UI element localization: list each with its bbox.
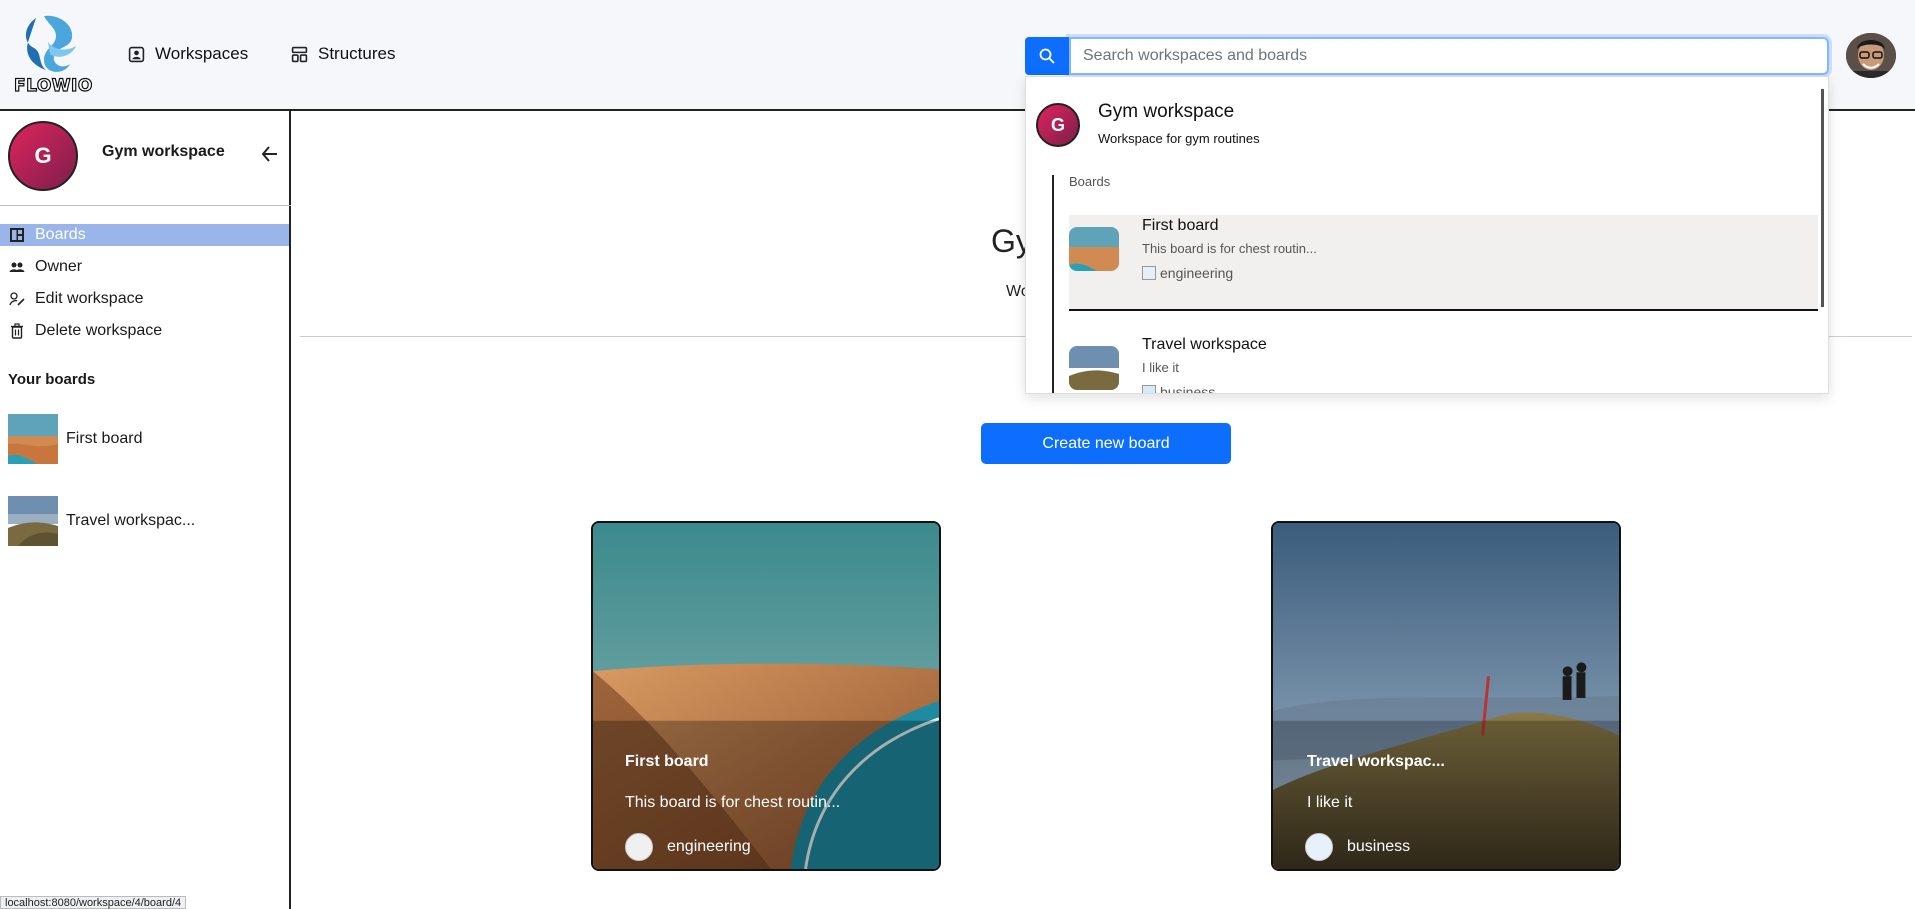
result-workspace-desc: Workspace for gym routines: [1098, 131, 1260, 146]
edit-icon: [9, 292, 25, 306]
result-board-tag-label: engineering: [1160, 265, 1234, 281]
board-thumbnail: [8, 414, 58, 464]
your-boards-heading: Your boards: [8, 371, 96, 388]
board-card-image: [1273, 523, 1619, 869]
search-results-dropdown: G Gym workspace Workspace for gym routin…: [1025, 76, 1829, 394]
board-card-tag: business: [1305, 833, 1410, 861]
board-card-tag-label: engineering: [667, 838, 751, 855]
board-thumbnail: [8, 496, 58, 546]
result-board-title: First board: [1142, 217, 1219, 234]
logo-icon: [25, 15, 76, 72]
nav-workspaces-label: Workspaces: [155, 44, 249, 63]
result-board-travel[interactable]: Travel workspace I like it business: [1069, 334, 1818, 394]
board-card-travel[interactable]: Travel workspac... I like it business: [1271, 521, 1621, 871]
sidebar-board-travel[interactable]: Travel workspac...: [8, 496, 195, 546]
dropdown-scrollbar[interactable]: [1821, 89, 1824, 307]
back-arrow-icon[interactable]: [260, 144, 280, 164]
board-card-title: Travel workspac...: [1307, 753, 1445, 770]
sidebar-item-label: Boards: [35, 226, 86, 243]
result-board-title: Travel workspace: [1142, 336, 1267, 353]
logo-text: FLOWIO: [13, 75, 93, 96]
browser-status-url: localhost:8080/workspace/4/board/4: [0, 896, 187, 909]
result-board-tag-label: business: [1160, 384, 1216, 394]
sidebar-board-label: Travel workspac...: [66, 512, 196, 529]
board-card-tag-label: business: [1347, 838, 1411, 855]
result-board-thumbnail: [1069, 227, 1119, 271]
sidebar-item-boards[interactable]: Boards: [0, 224, 289, 246]
board-card-image: [593, 523, 939, 869]
board-card-desc: I like it: [1307, 794, 1353, 811]
search-icon: [1039, 48, 1055, 64]
board-card-tag: engineering: [625, 833, 751, 861]
business-icon: [1142, 385, 1156, 393]
sidebar-item-delete-workspace[interactable]: Delete workspace: [0, 320, 289, 342]
user-avatar[interactable]: [1846, 33, 1896, 78]
create-board-button[interactable]: Create new board: [981, 423, 1231, 464]
trash-icon: [11, 323, 23, 339]
workspace-avatar: G: [8, 121, 78, 191]
sidebar-item-owner[interactable]: Owner: [0, 256, 289, 278]
results-tree-line: [1052, 175, 1054, 393]
nav-workspaces[interactable]: Workspaces: [128, 44, 248, 64]
user-photo: [1846, 33, 1896, 78]
sidebar-board-first[interactable]: First board: [8, 414, 142, 464]
nav-structures[interactable]: Structures: [291, 44, 395, 64]
sidebar: G Gym workspace Boards Owner Edit worksp…: [0, 111, 291, 909]
boards-icon: [10, 228, 24, 242]
business-icon: [1305, 833, 1333, 861]
workspaces-icon: [128, 46, 145, 62]
search-bar: [1025, 37, 1829, 75]
sidebar-item-label: Owner: [35, 258, 83, 275]
sidebar-item-label: Delete workspace: [35, 322, 163, 339]
search-button[interactable]: [1025, 37, 1069, 75]
sidebar-item-edit-workspace[interactable]: Edit workspace: [0, 288, 289, 310]
users-icon: [9, 262, 25, 272]
nav-structures-label: Structures: [318, 44, 396, 63]
sidebar-board-label: First board: [66, 430, 143, 447]
result-board-first[interactable]: First board This board is for chest rout…: [1069, 215, 1818, 311]
engineering-icon: [625, 833, 653, 861]
result-board-tag: business: [1142, 384, 1216, 394]
result-workspace-avatar: G: [1036, 103, 1080, 147]
result-board-thumbnail: [1069, 346, 1119, 390]
structures-icon: [291, 46, 308, 62]
result-workspace-name[interactable]: Gym workspace: [1098, 101, 1234, 123]
board-card-first[interactable]: First board This board is for chest rout…: [591, 521, 941, 871]
engineering-icon: [1142, 266, 1156, 280]
sidebar-divider: [0, 205, 291, 206]
workspace-name: Gym workspace: [102, 143, 225, 160]
results-boards-label: Boards: [1069, 174, 1111, 189]
result-board-tag: engineering: [1142, 265, 1233, 281]
sidebar-item-label: Edit workspace: [35, 290, 144, 307]
result-board-desc: I like it: [1142, 360, 1179, 375]
search-input[interactable]: [1069, 37, 1829, 75]
board-card-desc: This board is for chest routin...: [625, 794, 841, 811]
board-card-title: First board: [625, 753, 709, 770]
result-board-desc: This board is for chest routin...: [1142, 241, 1317, 256]
flowio-logo[interactable]: FLOWIO: [13, 12, 93, 97]
